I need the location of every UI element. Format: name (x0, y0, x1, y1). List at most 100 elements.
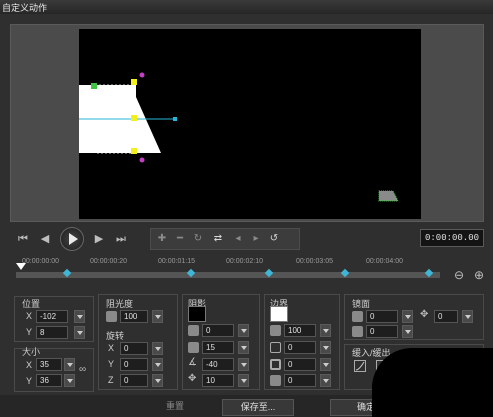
link-chain-icon[interactable]: ∞ (79, 364, 86, 375)
rotation-x-stepper[interactable] (152, 342, 163, 355)
mirror-fade-input[interactable]: 0 (366, 325, 398, 338)
size-y-stepper[interactable] (64, 374, 75, 387)
mirror-opacity-stepper[interactable] (402, 310, 413, 323)
shadow-distance-stepper[interactable] (238, 374, 249, 387)
rotation-y-stepper[interactable] (152, 358, 163, 371)
rotate-handle-bottom (139, 157, 145, 163)
shadow-angle-icon: ∡ (188, 357, 197, 368)
ruler-label: 00:00:04:00 (366, 258, 403, 265)
play-icon (69, 233, 78, 245)
size-y-input[interactable]: 36 (36, 374, 62, 387)
border-opacity-stepper[interactable] (320, 324, 331, 337)
swap-icon[interactable]: ⇄ (211, 232, 225, 246)
playhead-icon[interactable] (16, 263, 26, 270)
reset-button[interactable]: 重置 (140, 399, 210, 416)
border-blur-input[interactable]: 0 (284, 358, 316, 371)
shadow-blur-stepper[interactable] (238, 341, 249, 354)
end-object (378, 190, 399, 202)
next-frame-icon[interactable]: ▶ (90, 230, 108, 248)
position-x-stepper[interactable] (74, 310, 85, 323)
window-title: 自定义动作 (2, 3, 48, 13)
preview-frame (10, 24, 484, 222)
rotation-z-axis-label: Z (108, 375, 114, 385)
mirror-distance-stepper[interactable] (462, 310, 473, 323)
position-x-axis-label: X (26, 311, 33, 321)
shadow-distance-icon: ✥ (188, 373, 197, 384)
border-corner-icon (270, 375, 281, 386)
position-label: 位置 (22, 299, 41, 309)
zoom-in-icon[interactable]: ⊕ (472, 268, 486, 282)
border-opacity-icon (270, 325, 281, 336)
handle-top-right (131, 79, 137, 85)
shadow-blur-icon (188, 342, 199, 353)
border-width-icon (270, 342, 281, 353)
shadow-opacity-input[interactable]: 0 (202, 324, 234, 337)
opacity-stepper[interactable] (152, 310, 163, 323)
shadow-angle-input[interactable]: -40 (202, 358, 234, 371)
border-blur-icon (270, 359, 281, 370)
shadow-opacity-icon (188, 325, 199, 336)
opacity-icon (106, 311, 117, 322)
rotation-z-input[interactable]: 0 (120, 374, 148, 387)
ruler-label: 00:00:00:00 (22, 258, 59, 265)
rotation-x-input[interactable]: 0 (120, 342, 148, 355)
border-width-stepper[interactable] (320, 341, 331, 354)
rotation-y-axis-label: Y (108, 359, 115, 369)
mirror-fade-stepper[interactable] (402, 325, 413, 338)
keyframe-toolbar: ✚ ━ ↻ ⇄ ◂ ▸ ↺ (150, 228, 300, 250)
opacity-label: 阻光度 (106, 299, 134, 309)
timecode-display[interactable]: 0:00:00.00 (420, 229, 484, 247)
rotation-z-stepper[interactable] (152, 374, 163, 387)
ruler-label: 00:00:02:10 (226, 258, 263, 265)
loop-icon[interactable]: ↺ (267, 232, 281, 246)
mirror-distance-input[interactable]: 0 (434, 310, 458, 323)
go-end-icon[interactable]: ⏭ (112, 230, 130, 248)
dark-overlay-shape (372, 348, 493, 417)
handle-mid-right (131, 115, 137, 121)
zoom-out-icon[interactable]: ⊖ (452, 268, 466, 282)
timeline-track[interactable] (16, 263, 440, 278)
size-y-axis-label: Y (26, 376, 33, 386)
reverse-icon[interactable]: ↻ (191, 232, 205, 246)
shadow-opacity-stepper[interactable] (238, 324, 249, 337)
ruler-label: 00:00:03:05 (296, 258, 333, 265)
mirror-fade-icon (352, 326, 363, 337)
add-keyframe-icon[interactable]: ✚ (155, 232, 169, 246)
shadow-angle-stepper[interactable] (238, 358, 249, 371)
shadow-distance-input[interactable]: 10 (202, 374, 234, 387)
prev-key-icon[interactable]: ◂ (231, 232, 245, 246)
play-button[interactable] (60, 227, 84, 251)
border-opacity-input[interactable]: 100 (284, 324, 316, 337)
path-end-handle (173, 117, 177, 121)
ruler-label: 00:00:01:15 (158, 258, 195, 265)
border-corner-input[interactable]: 0 (284, 374, 316, 387)
next-key-icon[interactable]: ▸ (249, 232, 263, 246)
remove-keyframe-icon[interactable]: ━ (173, 232, 187, 246)
prev-frame-icon[interactable]: ◀ (36, 230, 54, 248)
position-y-stepper[interactable] (74, 326, 85, 339)
shadow-blur-input[interactable]: 15 (202, 341, 234, 354)
mirror-opacity-input[interactable]: 0 (366, 310, 398, 323)
go-start-icon[interactable]: ⏮ (14, 230, 32, 248)
preview-canvas[interactable] (79, 29, 421, 219)
border-blur-stepper[interactable] (320, 358, 331, 371)
save-to-button[interactable]: 保存至... (222, 399, 294, 416)
size-x-input[interactable]: 35 (36, 358, 62, 371)
position-x-input[interactable]: -102 (36, 310, 68, 323)
border-width-input[interactable]: 0 (284, 341, 316, 354)
size-x-axis-label: X (26, 360, 33, 370)
opacity-input[interactable]: 100 (120, 310, 148, 323)
ease-in-icon[interactable] (354, 360, 366, 372)
rotation-y-input[interactable]: 0 (120, 358, 148, 371)
preview-overlay (79, 72, 399, 202)
ruler-label: 00:00:00:20 (90, 258, 127, 265)
position-y-axis-label: Y (26, 327, 33, 337)
size-x-stepper[interactable] (64, 358, 75, 371)
border-corner-stepper[interactable] (320, 374, 331, 387)
border-color-swatch[interactable] (270, 306, 288, 322)
playback-bar: ⏮ ◀ ▶ ⏭ ✚ ━ ↻ ⇄ ◂ ▸ ↺ 0:00:00.00 (10, 226, 484, 252)
size-label: 大小 (22, 347, 41, 357)
rotation-x-axis-label: X (108, 343, 115, 353)
shadow-color-swatch[interactable] (188, 306, 206, 322)
position-y-input[interactable]: 8 (36, 326, 68, 339)
